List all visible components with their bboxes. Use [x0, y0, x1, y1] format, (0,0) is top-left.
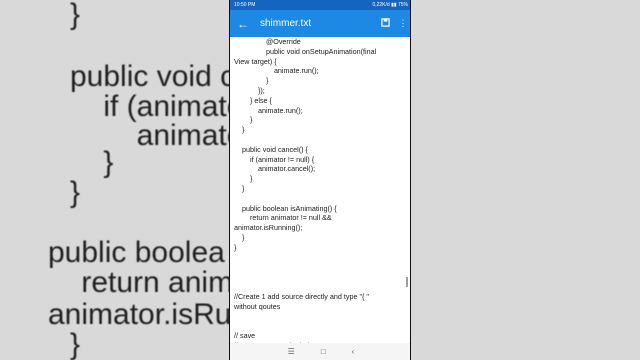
- nav-bar: ☰ □ ‹: [230, 343, 410, 360]
- zoom-line: return anim: [48, 266, 229, 299]
- zoom-line: }: [70, 176, 81, 209]
- zoom-line: if (animato: [70, 90, 229, 123]
- save-icon[interactable]: [376, 18, 394, 29]
- code-line: animate.run();: [234, 66, 319, 76]
- status-time: 10:50 PM: [234, 2, 256, 8]
- zoom-line: }: [70, 328, 81, 360]
- phone-screen: 10:50 PM 0,22K/d ▮▮ 75% ← shimmer.txt ⋮ …: [229, 0, 411, 360]
- text-editor[interactable]: @Override public void onSetupAnimation(f…: [230, 37, 410, 343]
- code-line: public void onSetupAnimation(final: [234, 46, 377, 56]
- zoom-line: animator.isRu: [48, 298, 229, 331]
- battery-level: 75%: [397, 2, 408, 8]
- scrollbar[interactable]: [406, 277, 408, 287]
- signal-icon: ▮▮: [391, 2, 397, 8]
- status-right: 0,22K/d ▮▮ 75%: [372, 0, 408, 10]
- code-line: public boolean isAnimating() {: [234, 203, 337, 213]
- home-icon[interactable]: □: [321, 347, 326, 356]
- code-line: //Create 1 add source directly and type …: [234, 291, 369, 301]
- code-line: }: [234, 76, 269, 86]
- code-line: public void cancel() {: [234, 144, 308, 154]
- code-line: animator.isRunning();: [234, 223, 303, 233]
- code-line: animate.run();: [234, 105, 303, 115]
- code-line: }: [234, 183, 245, 193]
- code-line: }: [234, 174, 253, 184]
- page-title: shimmer.txt: [260, 18, 312, 29]
- code-line: @Override: [234, 37, 301, 46]
- background-zoom-right: [411, 0, 640, 360]
- app-bar: ← shimmer.txt ⋮: [230, 10, 410, 37]
- zoom-line: }: [70, 0, 81, 31]
- code-line: }: [234, 115, 253, 125]
- code-line: return animator != null &&: [234, 213, 332, 223]
- code-line: }: [234, 232, 245, 242]
- code-line: animator.cancel();: [234, 164, 316, 174]
- back-nav-icon[interactable]: ‹: [352, 347, 355, 356]
- code-line: }: [234, 125, 245, 135]
- code-line: without qoutes: [234, 301, 281, 311]
- zoom-line: }: [70, 146, 114, 179]
- code-line: View target) {: [234, 56, 277, 66]
- network-speed: 0,22K/d: [372, 2, 390, 8]
- overflow-menu-icon[interactable]: ⋮: [394, 18, 410, 29]
- zoom-line: public boolea: [48, 236, 225, 269]
- background-zoom-left: } public void c if (animato animato } } …: [0, 0, 229, 360]
- code-line: });: [234, 85, 265, 95]
- arrow-back-icon[interactable]: ←: [230, 17, 256, 31]
- recents-icon[interactable]: ☰: [288, 347, 295, 356]
- zoom-line: public void c: [70, 60, 229, 93]
- code-line: if (animator != null) {: [234, 154, 315, 164]
- code-line: }: [234, 242, 237, 252]
- code-line: // save: [234, 330, 256, 340]
- status-bar: 10:50 PM 0,22K/d ▮▮ 75%: [230, 0, 410, 10]
- code-line: } else {: [234, 95, 272, 105]
